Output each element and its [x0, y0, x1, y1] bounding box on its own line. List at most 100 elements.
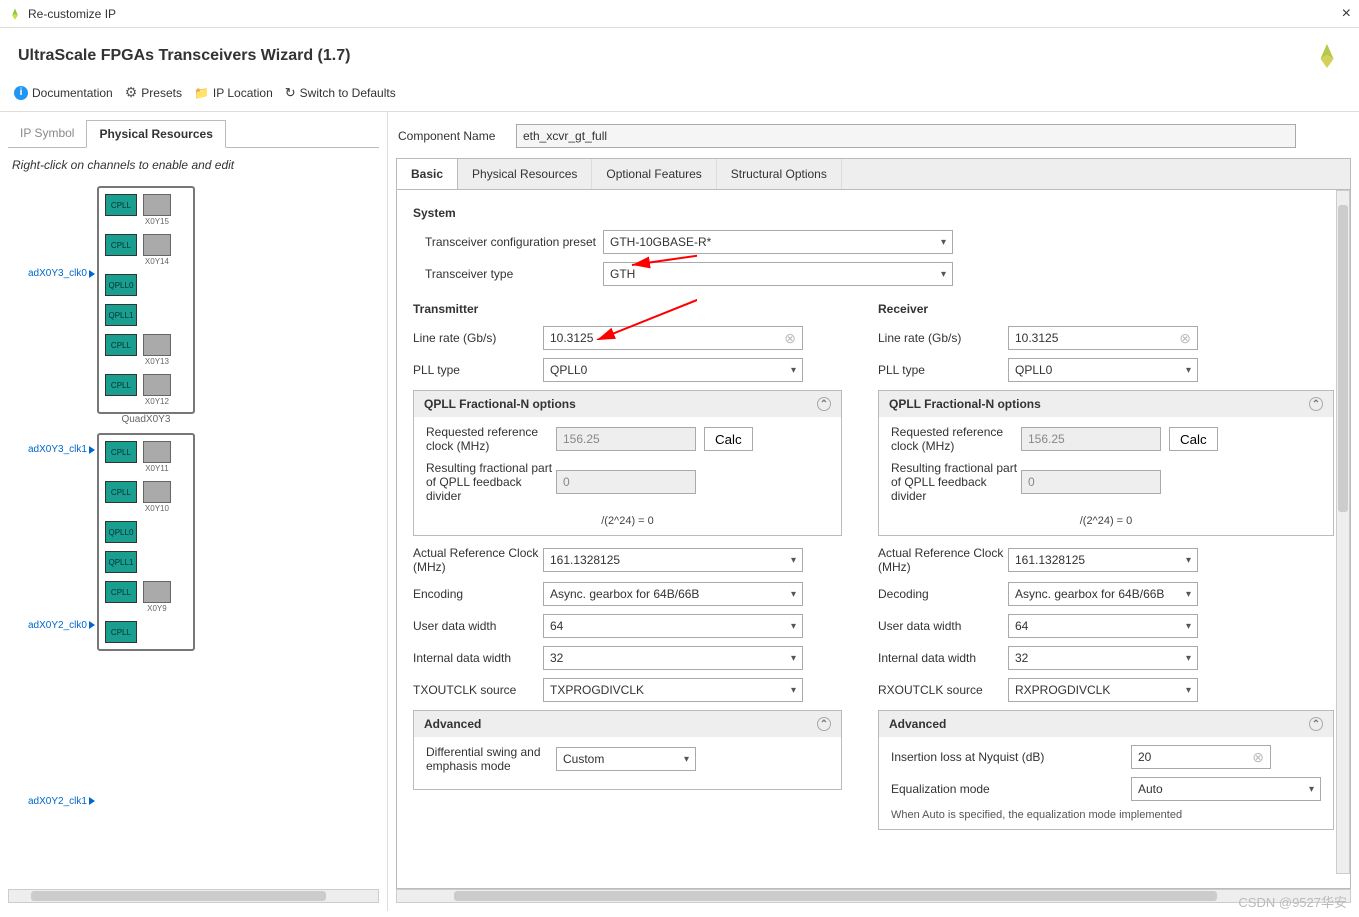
tx-enc-select[interactable]: Async. gearbox for 64B/66B▾	[543, 582, 803, 606]
preset-select[interactable]: GTH-10GBASE-R*▾	[603, 230, 953, 254]
rx-aref-select[interactable]: 161.1328125▾	[1008, 548, 1198, 572]
clear-icon[interactable]: ⊗	[784, 330, 796, 347]
titlebar: Re-customize IP ×	[0, 0, 1359, 28]
rx-aref-label: Actual Reference Clock (MHz)	[878, 546, 1008, 574]
clk-label: adX0Y2_clk0	[28, 620, 95, 631]
documentation-link[interactable]: iDocumentation	[14, 86, 113, 100]
chip-cpll[interactable]: CPLL	[105, 481, 137, 503]
tx-linerate-label: Line rate (Gb/s)	[413, 331, 543, 345]
tx-swing-select[interactable]: Custom▾	[556, 747, 696, 771]
tab-basic[interactable]: Basic	[397, 159, 458, 189]
channels-hint: Right-click on channels to enable and ed…	[8, 148, 379, 182]
transceiver-type-select[interactable]: GTH▾	[603, 262, 953, 286]
rx-result-output: 0	[1021, 470, 1161, 494]
channel-box[interactable]	[143, 374, 171, 396]
rx-idw-select[interactable]: 32▾	[1008, 646, 1198, 670]
tab-physical[interactable]: Physical Resources	[458, 159, 592, 189]
tx-linerate-input[interactable]: 10.3125⊗	[543, 326, 803, 350]
tab-ip-symbol[interactable]: IP Symbol	[8, 120, 86, 147]
chip-cpll[interactable]: CPLL	[105, 441, 137, 463]
tx-reqref-label: Requested reference clock (MHz)	[426, 425, 556, 453]
channel-box[interactable]	[143, 481, 171, 503]
tab-optional[interactable]: Optional Features	[592, 159, 716, 189]
chevron-down-icon: ▾	[941, 237, 946, 248]
tx-reqref-input: 156.25	[556, 427, 696, 451]
rx-pll-select[interactable]: QPLL0▾	[1008, 358, 1198, 382]
component-name-label: Component Name	[398, 129, 508, 143]
collapse-icon[interactable]: ⌃	[817, 397, 831, 411]
collapse-icon[interactable]: ⌃	[1309, 397, 1323, 411]
rx-insloss-input[interactable]: 20⊗	[1131, 745, 1271, 769]
chevron-down-icon: ▾	[941, 269, 946, 280]
tab-structural[interactable]: Structural Options	[717, 159, 842, 189]
tx-idw-select[interactable]: 32▾	[543, 646, 803, 670]
tx-title: Transmitter	[413, 302, 842, 316]
transceiver-type-label: Transceiver type	[425, 267, 603, 281]
collapse-icon[interactable]: ⌃	[1309, 717, 1323, 731]
tx-outclk-select[interactable]: TXPROGDIVCLK▾	[543, 678, 803, 702]
chip-cpll[interactable]: CPLL	[105, 194, 137, 216]
rx-formula: /(2^24) = 0	[891, 511, 1321, 527]
channel-box[interactable]	[143, 234, 171, 256]
chip-qpll1[interactable]: QPLL1	[105, 304, 137, 326]
tx-aref-select[interactable]: 161.1328125▾	[543, 548, 803, 572]
tx-result-label: Resulting fractional part of QPLL feedba…	[426, 461, 556, 503]
rx-linerate-input[interactable]: 10.3125⊗	[1008, 326, 1198, 350]
rx-adv-title: Advanced	[889, 717, 946, 731]
tx-frac-title: QPLL Fractional-N options	[424, 397, 576, 411]
rx-pll-label: PLL type	[878, 363, 1008, 377]
quad-block[interactable]: CPLLX0Y15 CPLLX0Y14 QPLL0 QPLL1 CPLLX0Y1…	[97, 186, 195, 414]
chip-qpll1[interactable]: QPLL1	[105, 551, 137, 573]
chip-cpll[interactable]: CPLL	[105, 334, 137, 356]
tx-enc-label: Encoding	[413, 587, 543, 601]
switch-defaults-link[interactable]: ↻Switch to Defaults	[285, 85, 396, 101]
rx-outclk-label: RXOUTCLK source	[878, 683, 1008, 697]
chip-cpll[interactable]: CPLL	[105, 374, 137, 396]
rx-outclk-select[interactable]: RXPROGDIVCLK▾	[1008, 678, 1198, 702]
quad-block[interactable]: CPLLX0Y11 CPLLX0Y10 QPLL0 QPLL1 CPLLX0Y9…	[97, 433, 195, 651]
left-scrollbar-h[interactable]	[8, 889, 379, 903]
chip-cpll[interactable]: CPLL	[105, 621, 137, 643]
panel-scrollbar-v[interactable]	[1336, 190, 1350, 874]
collapse-icon[interactable]: ⌃	[817, 717, 831, 731]
clk-label: adX0Y3_clk0	[28, 268, 95, 279]
tx-swing-label: Differential swing and emphasis mode	[426, 745, 556, 773]
panel-scrollbar-h[interactable]	[396, 889, 1351, 903]
tx-formula: /(2^24) = 0	[426, 511, 829, 527]
tx-pll-label: PLL type	[413, 363, 543, 377]
quad-label: QuadX0Y3	[97, 414, 195, 425]
rx-frac-title: QPLL Fractional-N options	[889, 397, 1041, 411]
tx-udw-select[interactable]: 64▾	[543, 614, 803, 638]
chip-qpll0[interactable]: QPLL0	[105, 274, 137, 296]
close-button[interactable]: ×	[1342, 5, 1351, 23]
clear-icon[interactable]: ⊗	[1252, 749, 1264, 766]
tx-calc-button[interactable]: Calc	[704, 427, 753, 451]
chip-qpll0[interactable]: QPLL0	[105, 521, 137, 543]
tx-result-output: 0	[556, 470, 696, 494]
rx-reqref-label: Requested reference clock (MHz)	[891, 425, 1021, 453]
channel-box[interactable]	[143, 441, 171, 463]
chip-cpll[interactable]: CPLL	[105, 234, 137, 256]
tab-physical-resources[interactable]: Physical Resources	[86, 120, 225, 148]
channel-diagram[interactable]: adX0Y3_clk0 adX0Y3_clk1 adX0Y2_clk0 adX0…	[8, 182, 379, 889]
tx-pll-select[interactable]: QPLL0▾	[543, 358, 803, 382]
ip-location-link[interactable]: 📁IP Location	[194, 86, 273, 100]
presets-link[interactable]: ⚙Presets	[125, 84, 182, 101]
rx-result-label: Resulting fractional part of QPLL feedba…	[891, 461, 1021, 503]
rx-dec-label: Decoding	[878, 587, 1008, 601]
rx-eqmode-select[interactable]: Auto▾	[1131, 777, 1321, 801]
basic-panel: System Transceiver configuration preset …	[396, 190, 1351, 889]
channel-box[interactable]	[143, 334, 171, 356]
component-name-input[interactable]: eth_xcvr_gt_full	[516, 124, 1296, 148]
clear-icon[interactable]: ⊗	[1179, 330, 1191, 347]
rx-udw-select[interactable]: 64▾	[1008, 614, 1198, 638]
channel-box[interactable]	[143, 194, 171, 216]
rx-linerate-label: Line rate (Gb/s)	[878, 331, 1008, 345]
tx-adv-title: Advanced	[424, 717, 481, 731]
channel-box[interactable]	[143, 581, 171, 603]
preset-label: Transceiver configuration preset	[425, 235, 603, 249]
chip-cpll[interactable]: CPLL	[105, 581, 137, 603]
system-title: System	[413, 206, 1334, 220]
rx-calc-button[interactable]: Calc	[1169, 427, 1218, 451]
rx-dec-select[interactable]: Async. gearbox for 64B/66B▾	[1008, 582, 1198, 606]
